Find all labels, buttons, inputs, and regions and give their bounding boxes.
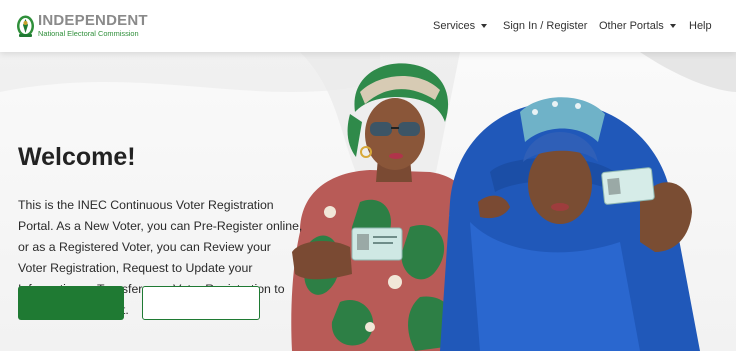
nav-signin-label: Sign In / Register bbox=[503, 20, 588, 32]
nav-other-portals-label: Other Portals bbox=[599, 20, 664, 32]
caret-down-icon bbox=[481, 24, 488, 28]
top-navbar: INDEPENDENT National Electoral Commissio… bbox=[0, 0, 736, 52]
brand-link[interactable]: INDEPENDENT National Electoral Commissio… bbox=[16, 13, 148, 39]
nav-help[interactable]: Help bbox=[689, 0, 712, 52]
hero-title: Welcome! bbox=[18, 143, 136, 171]
caret-down-icon bbox=[669, 24, 676, 28]
nav-services[interactable]: Services bbox=[433, 0, 488, 52]
inec-crest-icon bbox=[17, 15, 34, 37]
nav-other-portals[interactable]: Other Portals bbox=[599, 0, 676, 52]
primary-action-button[interactable] bbox=[18, 286, 124, 320]
secondary-action-button[interactable] bbox=[142, 286, 260, 320]
nav-sign-in-register[interactable]: Sign In / Register bbox=[503, 0, 587, 52]
nav-help-label: Help bbox=[689, 20, 712, 32]
brand-title: INDEPENDENT bbox=[38, 12, 148, 29]
nav-services-label: Services bbox=[433, 20, 476, 32]
brand-subtitle: National Electoral Commission bbox=[38, 29, 139, 38]
